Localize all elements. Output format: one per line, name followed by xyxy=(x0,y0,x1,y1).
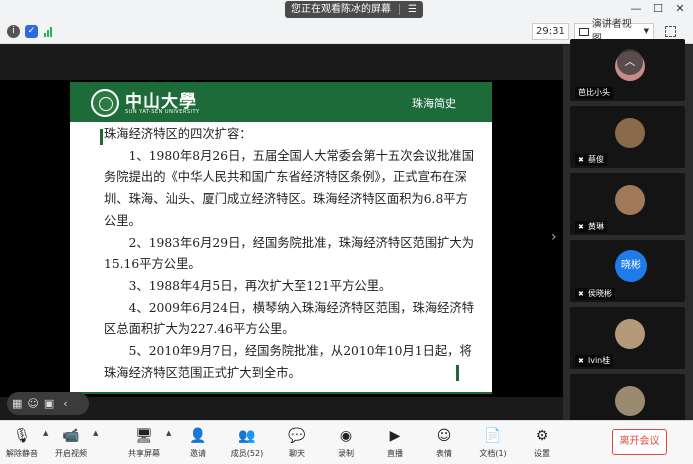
avatar xyxy=(615,386,645,416)
signal-icon[interactable] xyxy=(44,26,52,37)
share-status-text: 您正在观看陈冰的屏幕 xyxy=(291,4,391,15)
add-user-icon: 👤 xyxy=(189,428,207,444)
slide-paragraph: 3、1988年4月5日，再次扩大至121平方公里。 xyxy=(128,278,392,293)
slide-footer-line xyxy=(70,392,492,394)
participant-gallery: ︿ 芭比小头 ✖ 蔡俊 ✖ 黄琳 晓彬 ✖ 侯晓彬 ✖ lvin桂 xyxy=(563,39,693,436)
reaction-button[interactable]: ☺ 表情 xyxy=(424,427,464,459)
avatar xyxy=(615,118,645,148)
chevron-up-icon[interactable]: ▲ xyxy=(93,429,98,437)
chevron-up-icon[interactable]: ▲ xyxy=(43,429,48,437)
live-button[interactable]: ▶ 直播 xyxy=(375,427,415,459)
participant-name: ✖ 蔡俊 xyxy=(575,154,607,166)
emoji-icon: ☺ xyxy=(436,428,452,444)
screen-share-indicator: 您正在观看陈冰的屏幕 ☰ xyxy=(285,1,423,18)
avatar xyxy=(615,319,645,349)
screen-share-icon: 🖥 xyxy=(135,428,153,444)
comment-icon[interactable]: ▣ xyxy=(44,397,54,410)
unmute-button[interactable]: 🎙 解除静音 xyxy=(2,427,42,459)
participant-name: ✖ 侯晓彬 xyxy=(575,288,615,300)
mic-muted-icon: ✖ xyxy=(578,223,584,231)
chevron-down-icon: ▼ xyxy=(643,27,649,35)
fullscreen-icon[interactable] xyxy=(665,26,676,37)
floating-toolbar[interactable]: ▦ ☺ ▣ ‹ xyxy=(7,392,89,415)
members-button[interactable]: 👥 成员(52) xyxy=(227,427,267,459)
mic-muted-icon: ✖ xyxy=(578,357,584,365)
shield-icon[interactable]: ✓ xyxy=(25,25,38,38)
presenter-icon xyxy=(579,27,589,36)
minimize-icon[interactable]: — xyxy=(629,2,643,16)
close-icon[interactable]: ✕ xyxy=(673,2,687,16)
emoji-icon[interactable]: ☺ xyxy=(27,397,38,410)
document-icon: 📄 xyxy=(484,428,502,444)
collapse-icon[interactable]: ‹ xyxy=(63,397,67,410)
slide-paragraph: 4、2009年6月24日，横琴纳入珠海经济特区范围，珠海经济特区总面积扩大为22… xyxy=(104,300,475,337)
record-icon: ◉ xyxy=(339,428,353,444)
slide-paragraph: 5、2010年9月7日，经国务院批准，从2010年10月1日起，将珠海经济特区范… xyxy=(104,344,472,380)
documents-button[interactable]: 📄 文档(1) xyxy=(473,427,513,459)
chevron-up-icon[interactable]: ︿ xyxy=(617,49,643,75)
record-button[interactable]: ◉ 录制 xyxy=(326,427,366,459)
participant-tile[interactable]: ︿ 芭比小头 xyxy=(570,39,685,101)
mic-muted-icon: ✖ xyxy=(578,290,584,298)
slide-accent-bar xyxy=(100,129,103,145)
gear-icon: ⚙ xyxy=(535,428,549,444)
slide-section-title: 珠海简史 xyxy=(412,97,456,110)
participant-name: ✖ lvin桂 xyxy=(575,355,614,367)
video-off-icon: 📹 xyxy=(62,428,80,444)
chat-icon: 💬 xyxy=(288,428,306,444)
presentation-slide: 中山大學 SUN YAT-SEN UNIVERSITY 珠海简史 珠海经济特区的… xyxy=(70,82,492,394)
window-title-bar: 您正在观看陈冰的屏幕 ☰ — ☐ ✕ xyxy=(0,0,693,20)
invite-button[interactable]: 👤 邀请 xyxy=(178,427,218,459)
meeting-toolbar: 🎙 解除静音 ▲ 📹 开启视频 ▲ 🖥 共享屏幕 ▲ 👤 邀请 👥 成员(52)… xyxy=(0,420,693,464)
share-screen-button[interactable]: 🖥 共享屏幕 xyxy=(124,427,164,459)
slide-heading: 珠海经济特区的四次扩容： xyxy=(104,127,252,141)
chevron-right-icon[interactable]: › xyxy=(551,229,557,245)
chat-button[interactable]: 💬 聊天 xyxy=(277,427,317,459)
university-logo-english: SUN YAT-SEN UNIVERSITY xyxy=(125,109,200,115)
maximize-icon[interactable]: ☐ xyxy=(651,2,665,16)
live-icon: ▶ xyxy=(389,428,401,444)
presenter-view-dropdown[interactable]: 演讲者视图 ▼ xyxy=(574,19,654,45)
slide-header: 中山大學 SUN YAT-SEN UNIVERSITY 珠海简史 xyxy=(70,82,492,122)
mic-muted-icon: ✖ xyxy=(578,156,584,164)
divider xyxy=(399,4,400,15)
meeting-timer: 29:31 xyxy=(532,23,569,40)
menu-icon[interactable]: ☰ xyxy=(408,1,417,18)
participant-tile[interactable]: ✖ lvin桂 xyxy=(570,307,685,369)
start-video-button[interactable]: 📹 开启视频 xyxy=(51,427,91,459)
shared-screen-area: 中山大學 SUN YAT-SEN UNIVERSITY 珠海简史 珠海经济特区的… xyxy=(0,45,563,420)
settings-button[interactable]: ⚙ 设置 xyxy=(522,427,562,459)
slide-body: 珠海经济特区的四次扩容： 1、1980年8月26日，五届全国人大常委会第十五次会… xyxy=(104,124,474,384)
chevron-up-icon[interactable]: ▲ xyxy=(166,429,171,437)
slide-paragraph: 1、1980年8月26日，五届全国人大常委会第十五次会议批准国务院提出的《中华人… xyxy=(104,148,475,228)
avatar: 晓彬 xyxy=(615,250,647,282)
university-seal-icon xyxy=(91,89,119,117)
layout-icon[interactable]: ▦ xyxy=(12,397,22,410)
participant-tile[interactable]: ✖ 黄琳 xyxy=(570,173,685,235)
members-icon: 👥 xyxy=(238,428,256,444)
participant-tile[interactable]: ✖ 蔡俊 xyxy=(570,106,685,168)
mic-off-icon: 🎙 xyxy=(13,428,31,444)
info-icon[interactable]: i xyxy=(7,25,20,38)
participant-name: ✖ 黄琳 xyxy=(575,221,607,233)
leave-meeting-button[interactable]: 离开会议 xyxy=(612,429,667,455)
participant-tile[interactable]: 晓彬 ✖ 侯晓彬 xyxy=(570,240,685,302)
avatar xyxy=(615,185,645,215)
slide-paragraph: 2、1983年6月29日，经国务院批准，珠海经济特区范围扩大为15.16平方公里… xyxy=(104,235,475,272)
participant-name: 芭比小头 xyxy=(575,87,613,99)
